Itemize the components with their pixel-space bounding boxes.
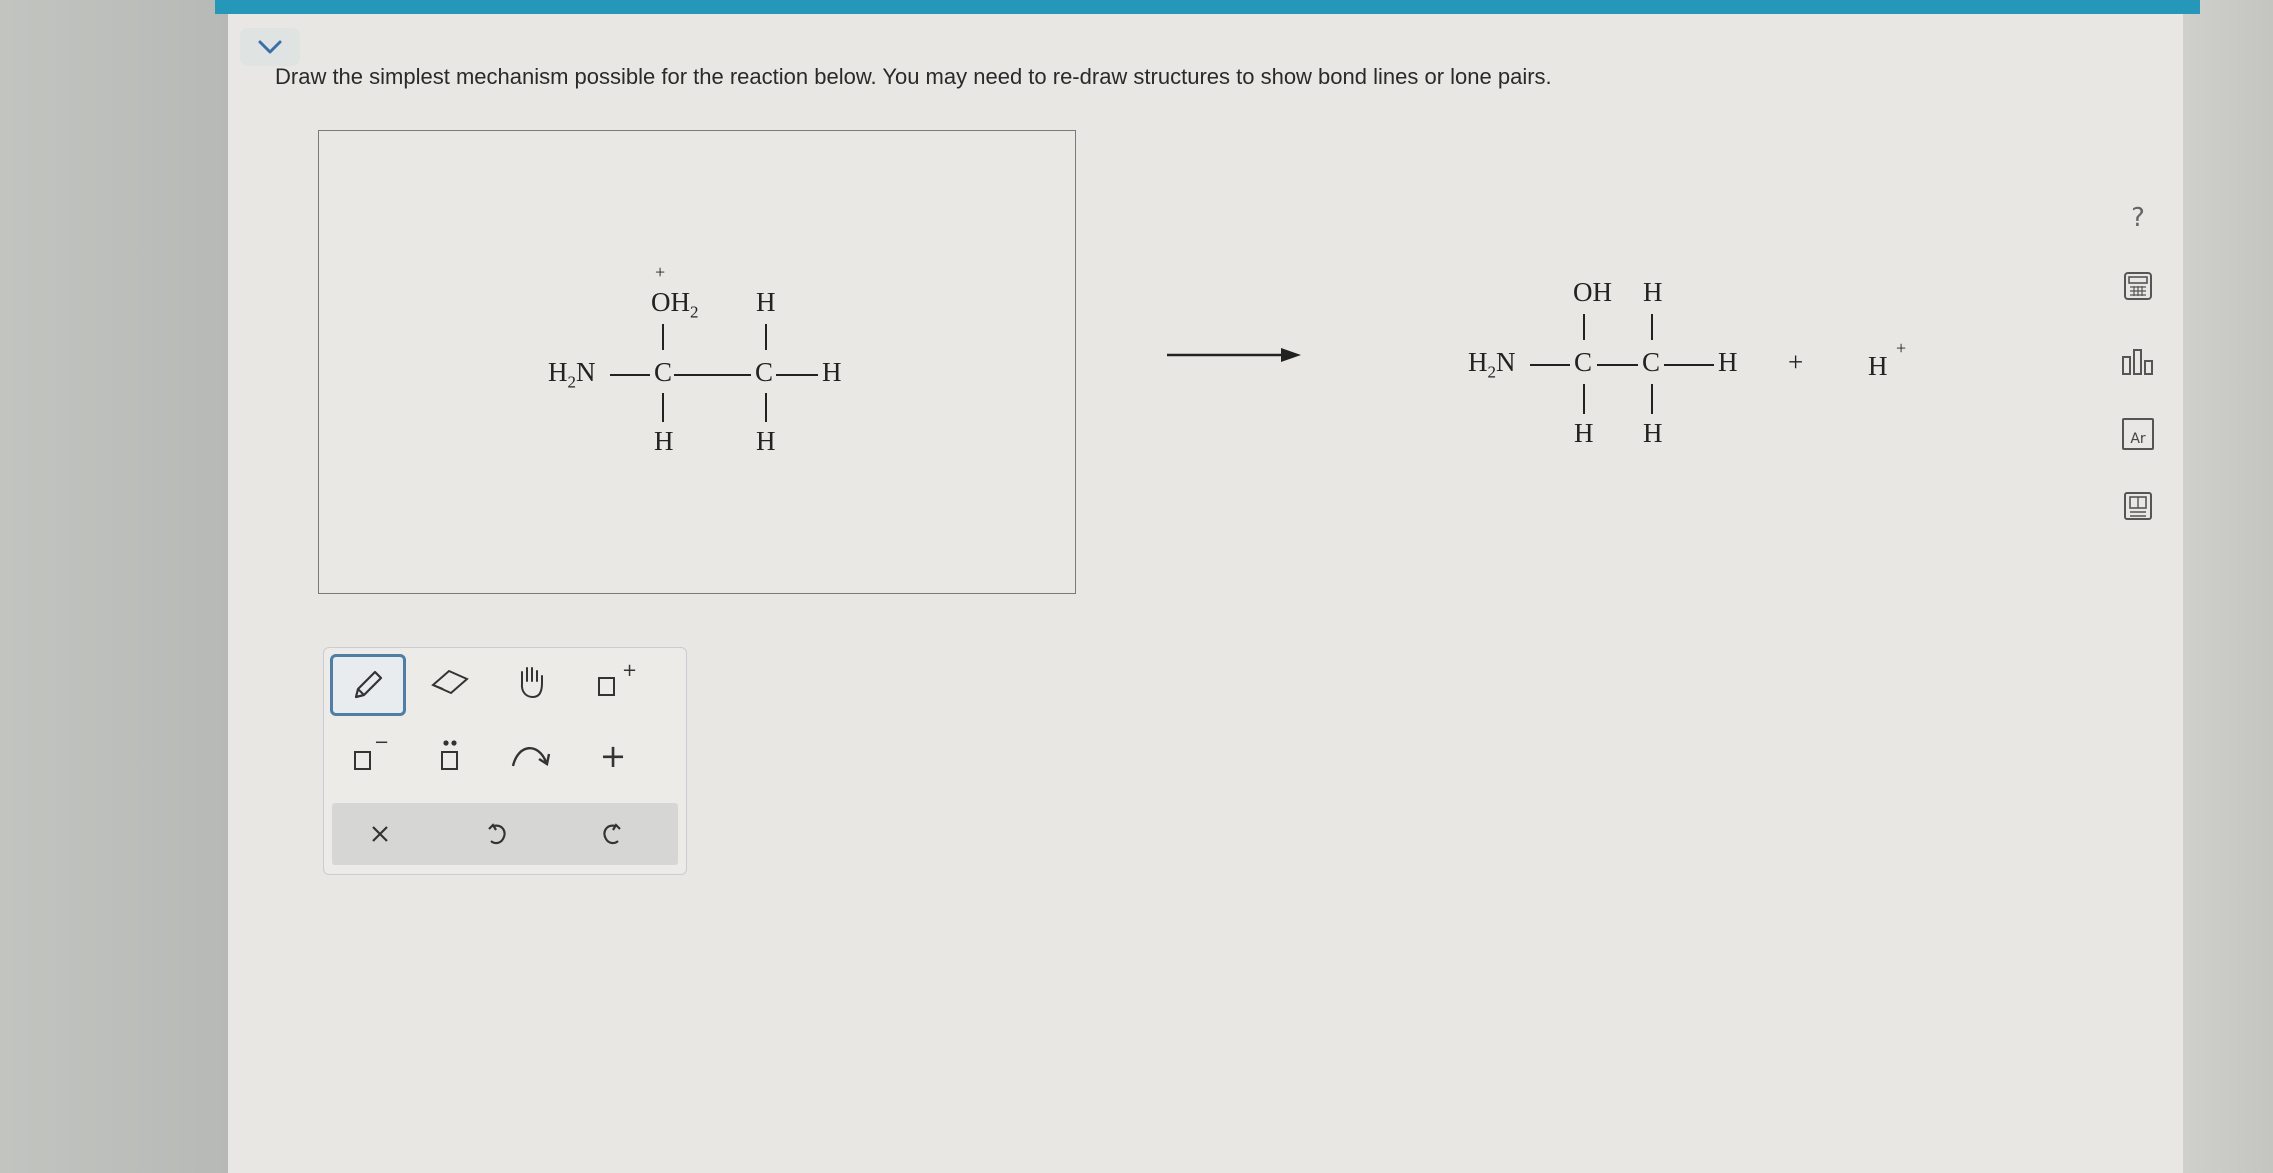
undo-icon [488,823,506,845]
help-button[interactable]: ? [2118,198,2158,238]
toolbar-actions [332,803,678,865]
data-chart-button[interactable] [2118,342,2158,382]
redo-icon [603,823,621,845]
curved-arrow-icon [511,747,551,767]
drawing-toolbar: + − + [323,647,687,875]
add-plus-tool[interactable]: + [578,728,648,784]
clear-button[interactable] [345,806,415,862]
lone-pair-icon [441,740,458,770]
help-icon: ? [2131,203,2145,233]
product-bonds [1530,314,1714,414]
pencil-icon [354,670,383,699]
negative-charge-tool[interactable]: − [330,728,400,784]
hand-tool[interactable] [496,654,566,710]
calculator-button[interactable] [2118,266,2158,306]
bar-chart-icon [2122,349,2153,375]
calculator-icon [2124,272,2152,300]
reference-table-icon [2124,492,2152,520]
pencil-tool[interactable] [330,654,406,716]
close-icon [372,826,388,842]
periodic-table-icon: Ar [2122,418,2154,450]
redo-button[interactable] [576,806,646,862]
curved-arrow-tool[interactable] [496,728,566,784]
positive-charge-tool[interactable]: + [578,654,648,710]
lone-pair-tool[interactable] [415,728,485,784]
hand-icon [520,667,543,699]
reference-button[interactable] [2118,486,2158,526]
periodic-table-button[interactable]: Ar [2118,414,2158,454]
undo-button[interactable] [463,806,533,862]
eraser-tool[interactable] [415,654,485,710]
eraser-icon [431,669,469,695]
